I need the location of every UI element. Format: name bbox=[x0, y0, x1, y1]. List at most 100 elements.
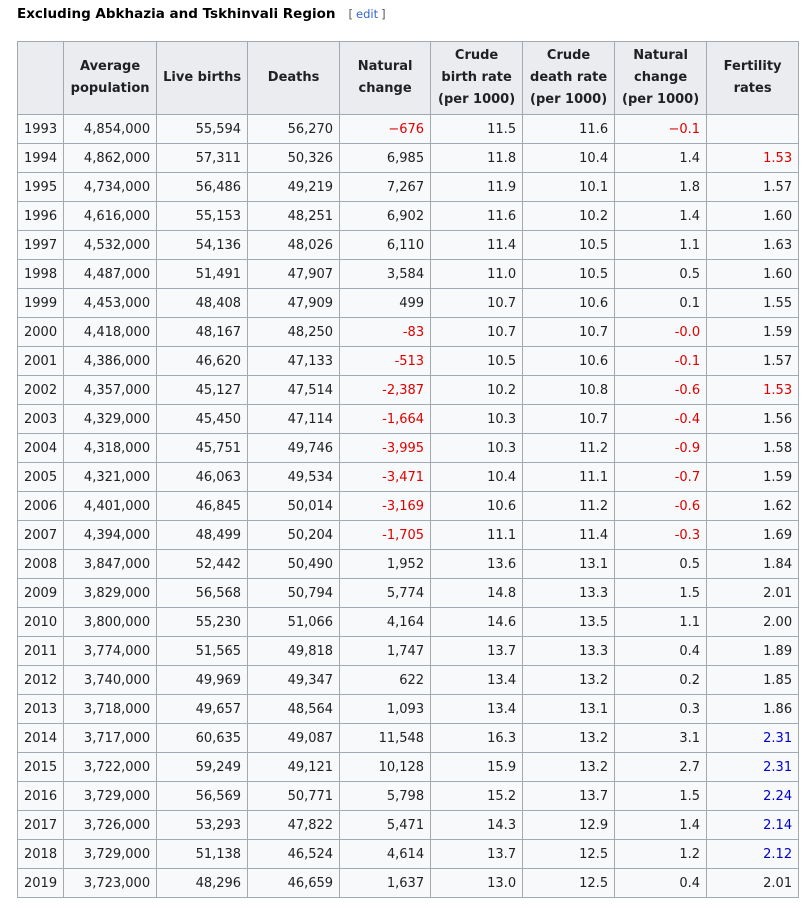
header-deaths: Deaths bbox=[247, 41, 341, 115]
cell-crude-death-rate: 10.5 bbox=[522, 259, 616, 289]
section-title: Excluding Abkhazia and Tskhinvali Region bbox=[17, 6, 336, 22]
cell-year: 2007 bbox=[16, 520, 65, 550]
cell-year: 2013 bbox=[16, 694, 65, 724]
cell-crude-birth-rate: 13.6 bbox=[430, 549, 524, 579]
table-row: 2015 3,722,000 59,249 49,121 10,128 15.9 13.2 2… bbox=[16, 752, 800, 782]
table-row: 2009 3,829,000 56,568 50,794 5,774 14.8 13.3 1.… bbox=[16, 578, 800, 608]
cell-natural-change: −676 bbox=[339, 114, 432, 144]
cell-deaths: 47,133 bbox=[247, 346, 341, 376]
cell-crude-birth-rate: 15.2 bbox=[430, 781, 524, 811]
cell-live-births: 55,594 bbox=[156, 114, 249, 144]
cell-average-population: 4,386,000 bbox=[63, 346, 158, 376]
table-row: 2010 3,800,000 55,230 51,066 4,164 14.6 13.5 1.… bbox=[16, 607, 800, 637]
cell-deaths: 49,219 bbox=[247, 172, 341, 202]
table-row: 2007 4,394,000 48,499 50,204 -1,705 11.1 11.4-… bbox=[16, 520, 800, 550]
header-average-population: Average population bbox=[63, 41, 158, 115]
cell-natural-change-rate: 0.4 bbox=[614, 636, 708, 666]
cell-deaths: 56,270 bbox=[247, 114, 341, 144]
cell-year: 2016 bbox=[16, 781, 65, 811]
table-row: 2017 3,726,000 53,293 47,822 5,471 14.3 12.9 1.… bbox=[16, 810, 800, 840]
cell-average-population: 4,401,000 bbox=[63, 491, 158, 521]
edit-section: [edit] bbox=[349, 7, 386, 21]
cell-deaths: 47,909 bbox=[247, 288, 341, 318]
cell-deaths: 50,204 bbox=[247, 520, 341, 550]
cell-crude-death-rate: 12.5 bbox=[522, 868, 616, 898]
cell-natural-change: 499 bbox=[339, 288, 432, 318]
cell-deaths: 47,907 bbox=[247, 259, 341, 289]
cell-average-population: 4,487,000 bbox=[63, 259, 158, 289]
table-row: 2001 4,386,000 46,620 47,133 -513 10.5 10.6 -0.… bbox=[16, 346, 800, 376]
cell-deaths: 50,794 bbox=[247, 578, 341, 608]
table-row: 1996 4,616,000 55,153 48,251 6,902 11.6 10.2 1.… bbox=[16, 201, 800, 231]
cell-natural-change-rate: -0.6 bbox=[614, 375, 708, 405]
cell-deaths: 48,250 bbox=[247, 317, 341, 347]
cell-crude-birth-rate: 10.3 bbox=[430, 433, 524, 463]
cell-deaths: 49,347 bbox=[247, 665, 341, 695]
cell-crude-death-rate: 13.1 bbox=[522, 549, 616, 579]
table-row: 1999 4,453,000 48,408 47,909 499 10.7 10.6 0.1 1… bbox=[16, 288, 800, 318]
cell-average-population: 3,717,000 bbox=[63, 723, 158, 753]
cell-live-births: 60,635 bbox=[156, 723, 249, 753]
cell-live-births: 45,127 bbox=[156, 375, 249, 405]
cell-crude-death-rate: 11.6 bbox=[522, 114, 616, 144]
cell-crude-birth-rate: 10.5 bbox=[430, 346, 524, 376]
cell-crude-death-rate: 13.2 bbox=[522, 723, 616, 753]
cell-natural-change-rate: 1.2 bbox=[614, 839, 708, 869]
table-body: 1993 4,854,000 55,594 56,270 −676 11.5 11.6 −0.… bbox=[16, 114, 800, 898]
table-row: 1993 4,854,000 55,594 56,270 −676 11.5 11.6 −0.… bbox=[16, 114, 800, 144]
cell-average-population: 3,800,000 bbox=[63, 607, 158, 637]
cell-crude-death-rate: 12.5 bbox=[522, 839, 616, 869]
cell-deaths: 47,822 bbox=[247, 810, 341, 840]
cell-deaths: 48,251 bbox=[247, 201, 341, 231]
cell-deaths: 49,087 bbox=[247, 723, 341, 753]
cell-deaths: 50,326 bbox=[247, 143, 341, 173]
cell-year: 2008 bbox=[16, 549, 65, 579]
cell-natural-change-rate: 2.7 bbox=[614, 752, 708, 782]
cell-average-population: 3,723,000 bbox=[63, 868, 158, 898]
cell-year: 1993 bbox=[16, 114, 65, 144]
cell-natural-change: -513 bbox=[339, 346, 432, 376]
cell-deaths: 49,818 bbox=[247, 636, 341, 666]
cell-fertility-rate: 1.59 bbox=[706, 462, 800, 492]
cell-crude-birth-rate: 11.9 bbox=[430, 172, 524, 202]
cell-natural-change: 7,267 bbox=[339, 172, 432, 202]
cell-crude-death-rate: 10.5 bbox=[522, 230, 616, 260]
cell-live-births: 51,565 bbox=[156, 636, 249, 666]
cell-crude-birth-rate: 16.3 bbox=[430, 723, 524, 753]
cell-crude-birth-rate: 13.4 bbox=[430, 665, 524, 695]
cell-crude-death-rate: 13.7 bbox=[522, 781, 616, 811]
cell-natural-change: 3,584 bbox=[339, 259, 432, 289]
cell-crude-death-rate: 10.6 bbox=[522, 346, 616, 376]
cell-natural-change-rate: 0.2 bbox=[614, 665, 708, 695]
cell-average-population: 4,321,000 bbox=[63, 462, 158, 492]
cell-crude-death-rate: 13.2 bbox=[522, 752, 616, 782]
cell-fertility-rate: 1.69 bbox=[706, 520, 800, 550]
cell-natural-change-rate: 1.4 bbox=[614, 810, 708, 840]
cell-crude-birth-rate: 11.6 bbox=[430, 201, 524, 231]
cell-crude-death-rate: 10.6 bbox=[522, 288, 616, 318]
header-crude-birth-rate: Crude birth rate (per 1000) bbox=[430, 41, 524, 115]
cell-natural-change-rate: 0.5 bbox=[614, 259, 708, 289]
cell-natural-change-rate: 3.1 bbox=[614, 723, 708, 753]
cell-natural-change-rate: 1.4 bbox=[614, 143, 708, 173]
cell-natural-change: 622 bbox=[339, 665, 432, 695]
cell-year: 2000 bbox=[16, 317, 65, 347]
cell-natural-change: -3,995 bbox=[339, 433, 432, 463]
cell-year: 2019 bbox=[16, 868, 65, 898]
cell-natural-change: -2,387 bbox=[339, 375, 432, 405]
cell-natural-change-rate: −0.1 bbox=[614, 114, 708, 144]
cell-natural-change-rate: -0.3 bbox=[614, 520, 708, 550]
cell-live-births: 45,450 bbox=[156, 404, 249, 434]
edit-link[interactable]: edit bbox=[356, 7, 378, 21]
cell-fertility-rate: 1.63 bbox=[706, 230, 800, 260]
cell-natural-change: 6,110 bbox=[339, 230, 432, 260]
cell-average-population: 4,418,000 bbox=[63, 317, 158, 347]
cell-average-population: 4,394,000 bbox=[63, 520, 158, 550]
cell-fertility-rate: 2.01 bbox=[706, 578, 800, 608]
cell-live-births: 49,969 bbox=[156, 665, 249, 695]
cell-natural-change-rate: -0.4 bbox=[614, 404, 708, 434]
cell-crude-birth-rate: 13.4 bbox=[430, 694, 524, 724]
cell-natural-change: -83 bbox=[339, 317, 432, 347]
cell-average-population: 3,829,000 bbox=[63, 578, 158, 608]
cell-crude-birth-rate: 14.8 bbox=[430, 578, 524, 608]
